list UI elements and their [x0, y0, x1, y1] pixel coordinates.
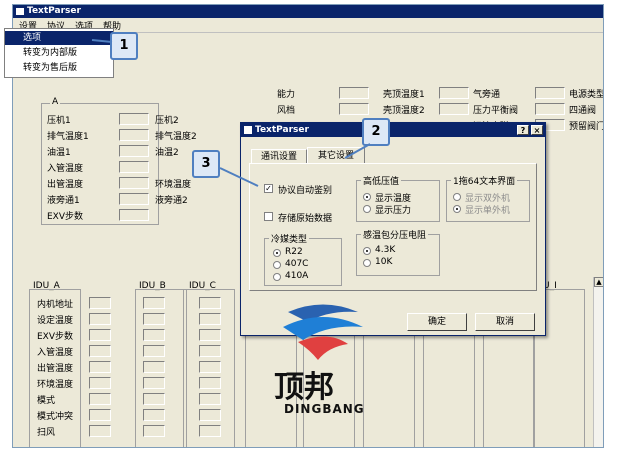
logo-cn-text: 顶邦 [274, 370, 334, 405]
callout-3-arrow [219, 167, 259, 187]
dingbang-logo: 顶邦 DINGBANG [268, 302, 378, 422]
swirl-logo-icon [283, 304, 363, 360]
callout-2-arrow [344, 143, 371, 159]
logo-en-text: DINGBANG [284, 402, 365, 416]
callout-1-arrow [91, 39, 113, 43]
